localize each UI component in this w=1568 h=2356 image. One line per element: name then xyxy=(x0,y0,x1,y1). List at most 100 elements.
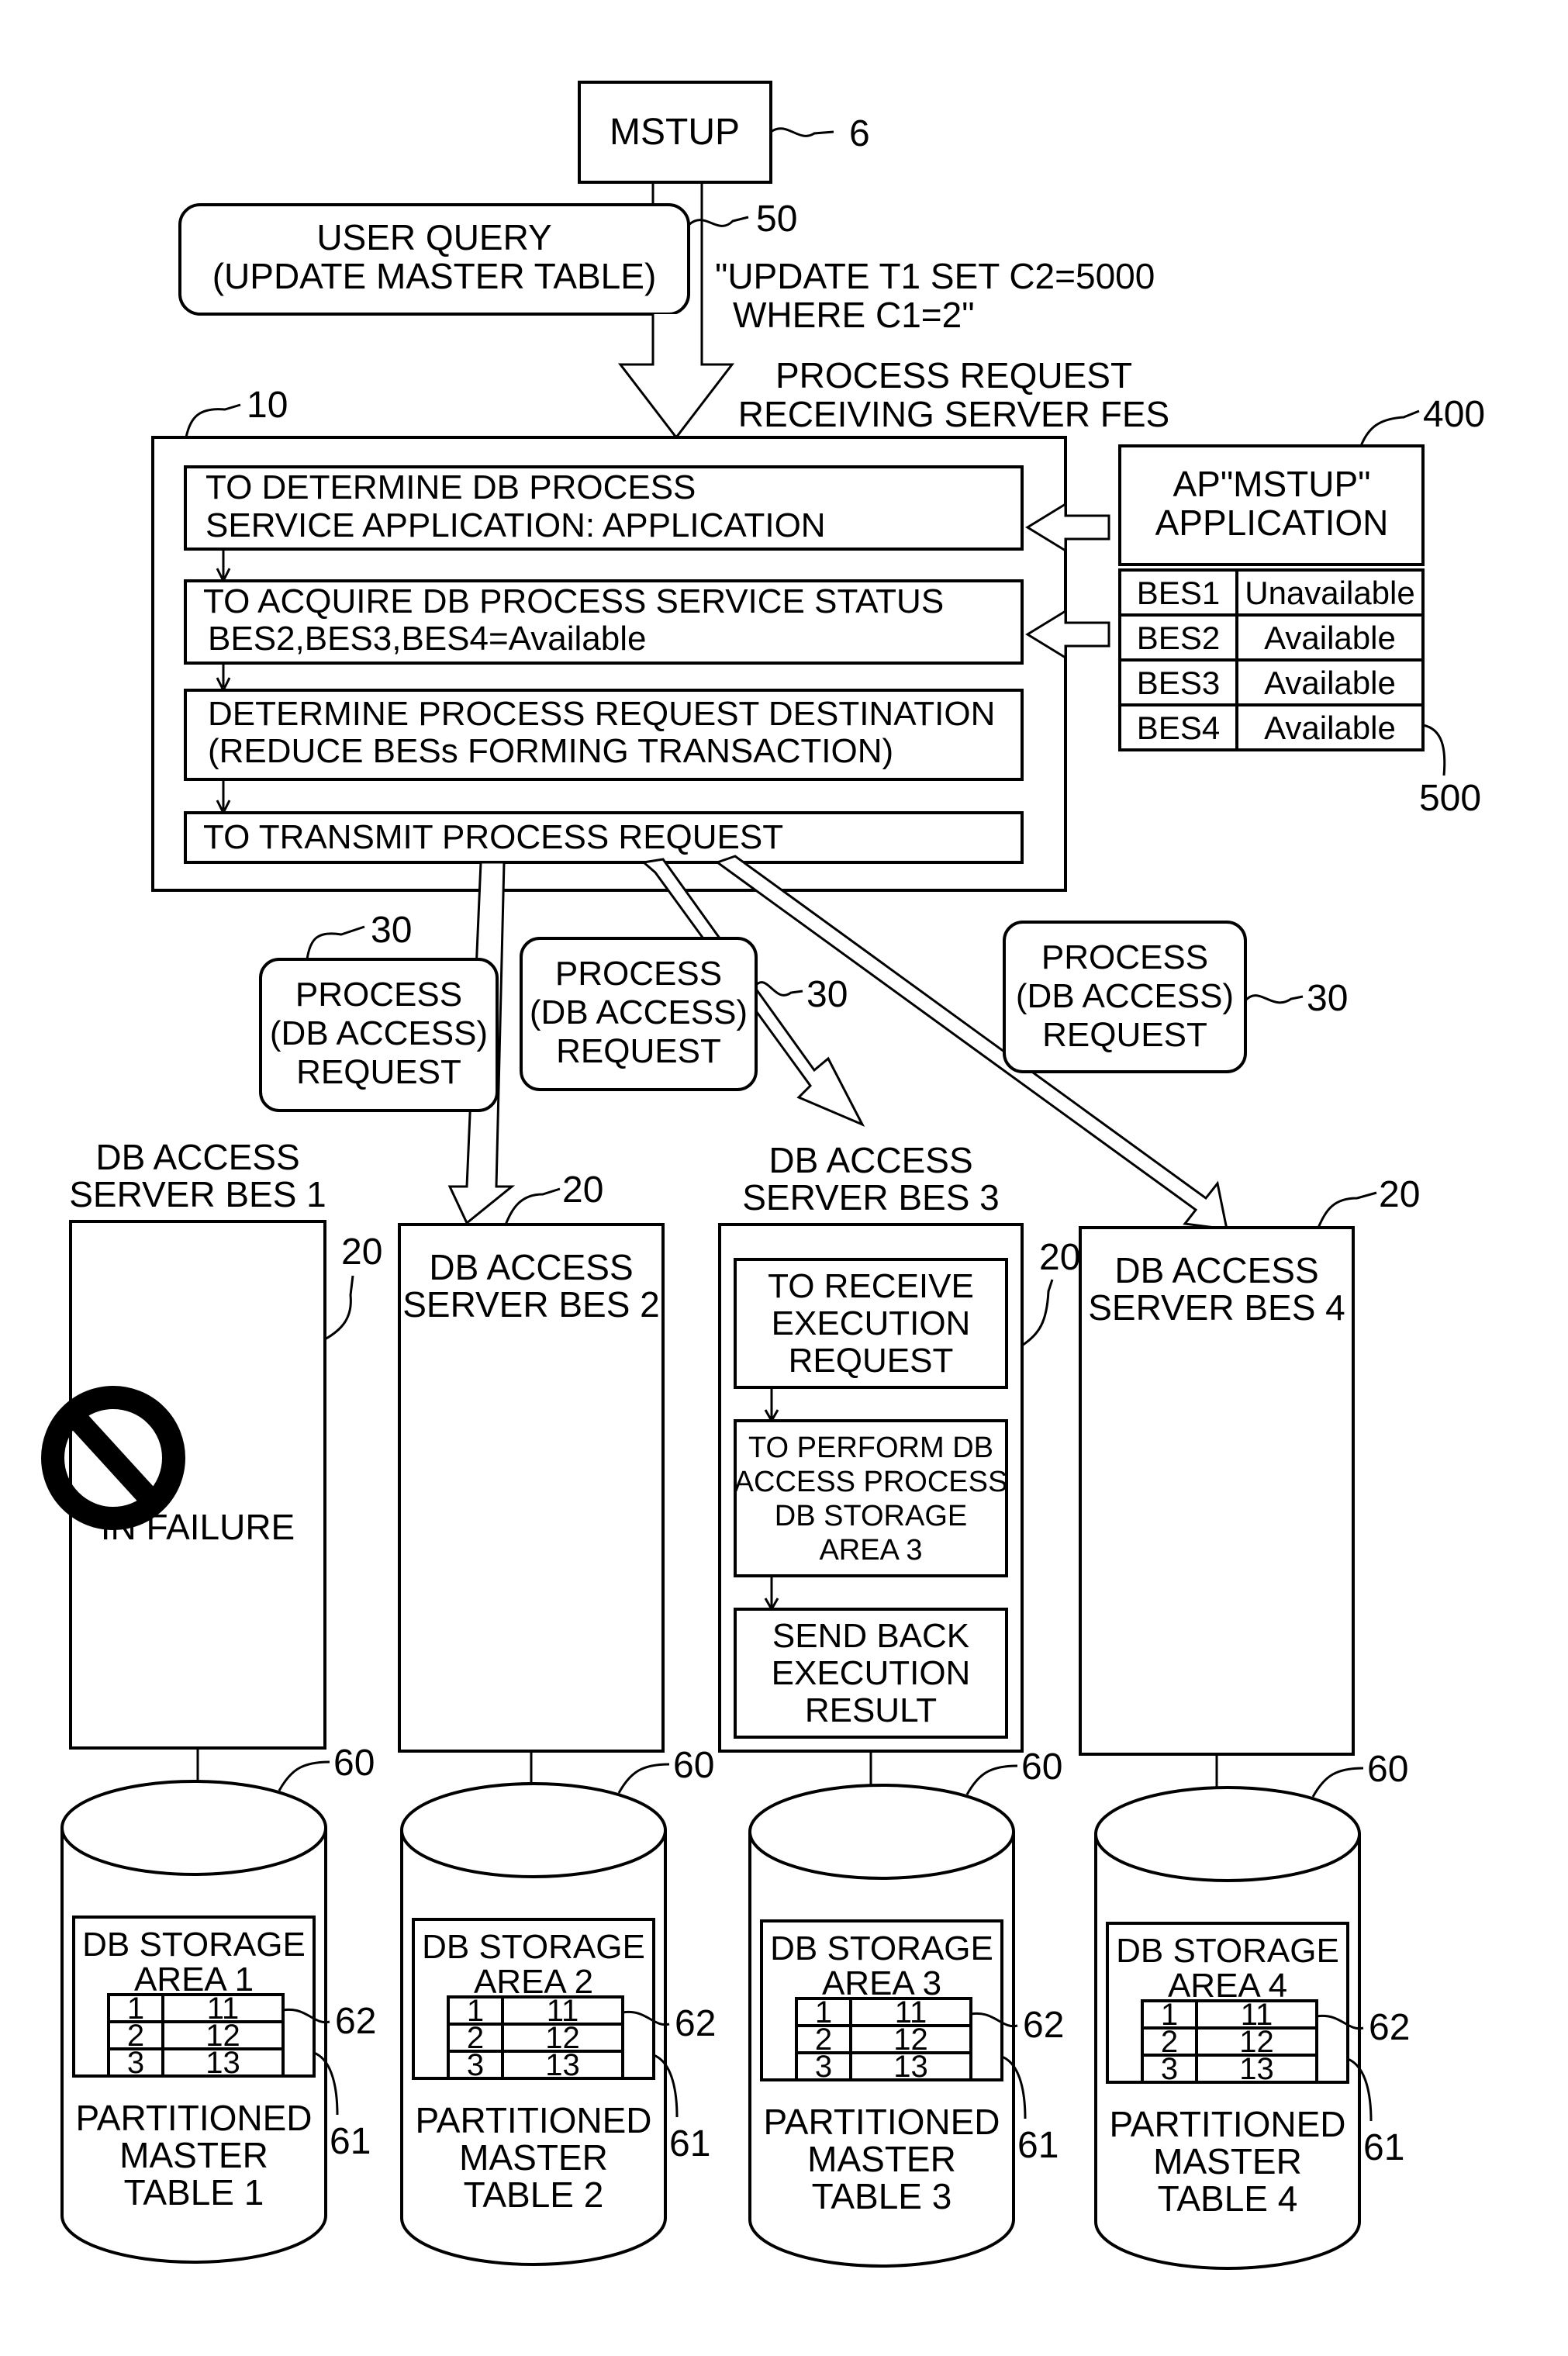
database-cylinder-1: 60DB STORAGEAREA 11 112 123 136261PARTITION… xyxy=(60,1743,376,2264)
user-query-node: USER QUERY (UPDATE MASTER TABLE) 50 xyxy=(178,199,797,316)
fes-step-3-line-2: (REDUCE BESs FORMING TRANSACTION) xyxy=(208,732,893,770)
table-ref: 62 xyxy=(675,2003,716,2044)
bes3-step-line: TO PERFORM DB xyxy=(748,1432,993,1464)
request-label-line: REQUEST xyxy=(1042,1016,1207,1054)
database-ref: 60 xyxy=(673,1745,714,1786)
storage-area-label-line: DB STORAGE xyxy=(82,1926,306,1964)
partitioned-table-label-line: TABLE 2 xyxy=(464,2175,604,2215)
fes-title-line-2: RECEIVING SERVER FES xyxy=(738,394,1169,434)
bes3-step-line: REQUEST xyxy=(789,1342,954,1380)
status-server-name: BES1 xyxy=(1137,575,1220,611)
server-failure-status: IN FAILURE xyxy=(101,1507,295,1547)
partitioned-table-label-line: TABLE 1 xyxy=(124,2172,264,2213)
sql-line-2: WHERE C1=2" xyxy=(733,295,975,335)
status-row: BES2 Available xyxy=(1118,613,1425,662)
table-key-cell: 3 xyxy=(127,2046,144,2080)
bes3-step-line: TO RECEIVE xyxy=(768,1267,974,1305)
master-table-row: 3 13 xyxy=(447,2048,624,2082)
user-query-ref: 50 xyxy=(756,199,797,240)
partitioned-table-label-line: MASTER xyxy=(1153,2141,1302,2182)
storage-area-label-line: DB STORAGE xyxy=(770,1929,993,1967)
table-key-cell: 3 xyxy=(467,2048,484,2082)
db-access-server-bes2: DB ACCESSSERVER BES 2 20 xyxy=(398,1169,665,1836)
table-key-cell: 3 xyxy=(1161,2052,1178,2086)
ap-ref: 400 xyxy=(1423,394,1485,435)
partitioned-table-label-line: TABLE 3 xyxy=(812,2176,952,2216)
server-title-line: SERVER BES 2 xyxy=(402,1284,660,1325)
fes-step-2-line-1: TO ACQUIRE DB PROCESS SERVICE STATUS xyxy=(203,582,944,620)
server-ref: 20 xyxy=(562,1169,603,1211)
bes3-step-line: RESULT xyxy=(805,1691,937,1729)
mstup-label: MSTUP xyxy=(610,112,740,153)
status-value: Available xyxy=(1264,710,1396,746)
storage-area-ref: 61 xyxy=(1017,2125,1059,2166)
fes-ref: 10 xyxy=(247,385,288,426)
storage-area-label-line: DB STORAGE xyxy=(1116,1932,1339,1970)
server-title-line: DB ACCESS xyxy=(95,1137,299,1177)
database-ref: 60 xyxy=(1021,1746,1062,1788)
table-value-cell: 13 xyxy=(205,2046,240,2080)
partitioned-table-label-line: PARTITIONED xyxy=(1110,2104,1346,2144)
bes3-step-line: EXECUTION xyxy=(772,1654,971,1692)
partitioned-table-label-line: MASTER xyxy=(459,2137,608,2178)
database-cylinder-3: 60DB STORAGEAREA 31 112 123 136261PARTITION… xyxy=(748,1746,1064,2268)
status-row: BES1 Unavailable xyxy=(1118,568,1425,617)
server-title-line: DB ACCESS xyxy=(1114,1250,1318,1290)
bes3-step-line: DB STORAGE xyxy=(775,1500,967,1532)
storage-area-ref: 61 xyxy=(330,2121,371,2162)
storage-area-ref: 61 xyxy=(669,2123,710,2164)
storage-area-ref: 61 xyxy=(1363,2127,1404,2168)
process-request-bubble: PROCESS(DB ACCESS)REQUEST 30 xyxy=(259,910,499,1112)
master-table-row: 3 13 xyxy=(1141,2052,1318,2086)
table-value-cell: 13 xyxy=(893,2050,928,2084)
master-table-row: 3 13 xyxy=(795,2050,972,2084)
server-title-line: DB ACCESS xyxy=(768,1140,972,1180)
database-ref: 60 xyxy=(1367,1749,1408,1790)
table-ref: 62 xyxy=(1369,2007,1410,2048)
status-server-name: BES2 xyxy=(1137,620,1220,656)
server-title-line: SERVER BES 3 xyxy=(742,1177,1000,1218)
service-status-table: BES1 Unavailable BES2 Available BES3 Availabl… xyxy=(1118,568,1481,819)
bes3-step-line: EXECUTION xyxy=(772,1304,971,1342)
fes-step-2-line-2: BES2,BES3,BES4=Available xyxy=(208,620,646,658)
table-ref: 62 xyxy=(335,2001,376,2042)
table-key-cell: 3 xyxy=(815,2050,832,2084)
partitioned-table-label-line: PARTITIONED xyxy=(76,2098,313,2138)
table-value-cell: 13 xyxy=(545,2048,580,2082)
fes-step-1-line-2: SERVICE APPLICATION: APPLICATION xyxy=(205,506,826,544)
request-label-line: (DB ACCESS) xyxy=(1016,977,1234,1015)
server-ref: 20 xyxy=(1379,1174,1420,1215)
database-cylinder-4: 60DB STORAGEAREA 41 112 123 136261PARTITION… xyxy=(1094,1749,1410,2270)
bes3-step-3: SEND BACKEXECUTIONRESULT xyxy=(734,1608,1008,1739)
request-ref: 30 xyxy=(806,974,848,1015)
master-table-row: 3 13 xyxy=(107,2046,285,2080)
partitioned-table-label-line: TABLE 4 xyxy=(1158,2178,1298,2219)
request-label-line: REQUEST xyxy=(556,1032,721,1070)
request-label-line: (DB ACCESS) xyxy=(530,993,748,1031)
bes3-step-line: ACCESS PROCESS xyxy=(734,1466,1008,1498)
storage-area-label-line: DB STORAGE xyxy=(422,1928,645,1966)
partitioned-table-label-line: MASTER xyxy=(119,2135,268,2175)
process-request-bubble: PROCESS(DB ACCESS)REQUEST 30 xyxy=(1003,921,1348,1073)
status-value: Available xyxy=(1264,620,1396,656)
fes-step-3-line-1: DETERMINE PROCESS REQUEST DESTINATION xyxy=(208,695,995,733)
mstup-node: MSTUP 6 xyxy=(578,81,870,184)
down-arrow-into-fes xyxy=(617,314,735,440)
request-label-line: PROCESS xyxy=(295,976,462,1014)
status-server-name: BES3 xyxy=(1137,665,1220,701)
mstup-ref: 6 xyxy=(849,113,870,154)
partitioned-table-label-line: PARTITIONED xyxy=(764,2102,1000,2142)
ap-application-node: AP"MSTUP" APPLICATION 400 xyxy=(1118,394,1485,566)
status-value: Unavailable xyxy=(1245,575,1414,611)
status-row: BES3 Available xyxy=(1118,658,1425,706)
partitioned-table-label-line: PARTITIONED xyxy=(416,2100,652,2140)
server-title-line: SERVER BES 1 xyxy=(69,1174,326,1214)
user-query-line-2: (UPDATE MASTER TABLE) xyxy=(212,256,657,296)
ap-line-2: APPLICATION xyxy=(1155,503,1389,543)
ap-line-1: AP"MSTUP" xyxy=(1173,464,1370,504)
sql-line-1: "UPDATE T1 SET C2=5000 xyxy=(715,256,1155,296)
bes3-step-line: AREA 3 xyxy=(819,1534,922,1567)
fes-server-box: TO DETERMINE DB PROCESS SERVICE APPLICAT… xyxy=(151,436,1067,892)
fes-title-line-1: PROCESS REQUEST xyxy=(775,355,1132,396)
database-ref: 60 xyxy=(333,1743,375,1784)
